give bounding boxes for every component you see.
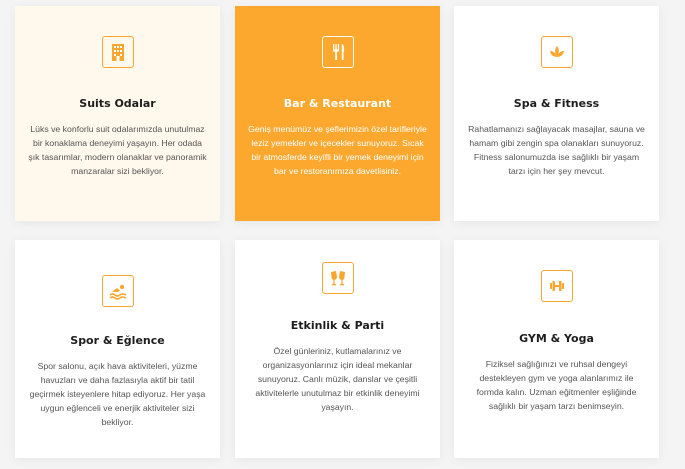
services-grid: Suits Odalar Lüks ve konforlu suit odala… xyxy=(0,0,685,469)
service-title: Spor & Eğlence xyxy=(70,334,165,347)
service-card-spa-fitness[interactable]: Spa & Fitness Rahatlamanızı sağlayacak m… xyxy=(454,6,659,221)
service-description: Fiziksel sağlığınızı ve ruhsal dengeyi d… xyxy=(476,359,637,412)
service-card-suits[interactable]: Suits Odalar Lüks ve konforlu suit odala… xyxy=(15,6,220,221)
service-title: Suits Odalar xyxy=(79,97,156,110)
fork-knife-icon xyxy=(321,36,354,68)
service-description: Geniş menümüz ve şeflerimizin özel tarif… xyxy=(248,124,427,177)
service-card-bar-restaurant[interactable]: Bar & Restaurant Geniş menümüz ve şefler… xyxy=(235,6,440,221)
service-description: Spor salonu, açık hava aktiviteleri, yüz… xyxy=(29,361,206,428)
service-card-gym-yoga[interactable]: GYM & Yoga Fiziksel sağlığınızı ve ruhsa… xyxy=(454,240,659,458)
service-card-etkinlik-parti[interactable]: Etkinlik & Parti Özel günleriniz, kutlam… xyxy=(235,240,440,458)
swimmer-icon xyxy=(101,275,134,307)
service-title: Etkinlik & Parti xyxy=(290,319,385,332)
service-card-spor-eglence[interactable]: Spor & Eğlence Spor salonu, açık hava ak… xyxy=(15,240,220,458)
hotel-building-icon xyxy=(101,36,134,68)
service-description: Lüks ve konforlu suit odalarımızda unutu… xyxy=(28,124,207,177)
lotus-icon xyxy=(540,36,573,68)
service-title: Spa & Fitness xyxy=(513,97,600,110)
service-description: Rahatlamanızı sağlayacak masajlar, sauna… xyxy=(468,124,645,177)
dumbbell-icon xyxy=(540,270,573,302)
service-description: Özel günleriniz, kutlamalarınız ve organ… xyxy=(255,346,420,413)
service-title: Bar & Restaurant xyxy=(283,97,392,110)
service-title: GYM & Yoga xyxy=(519,332,594,345)
champagne-glasses-icon xyxy=(321,262,354,294)
